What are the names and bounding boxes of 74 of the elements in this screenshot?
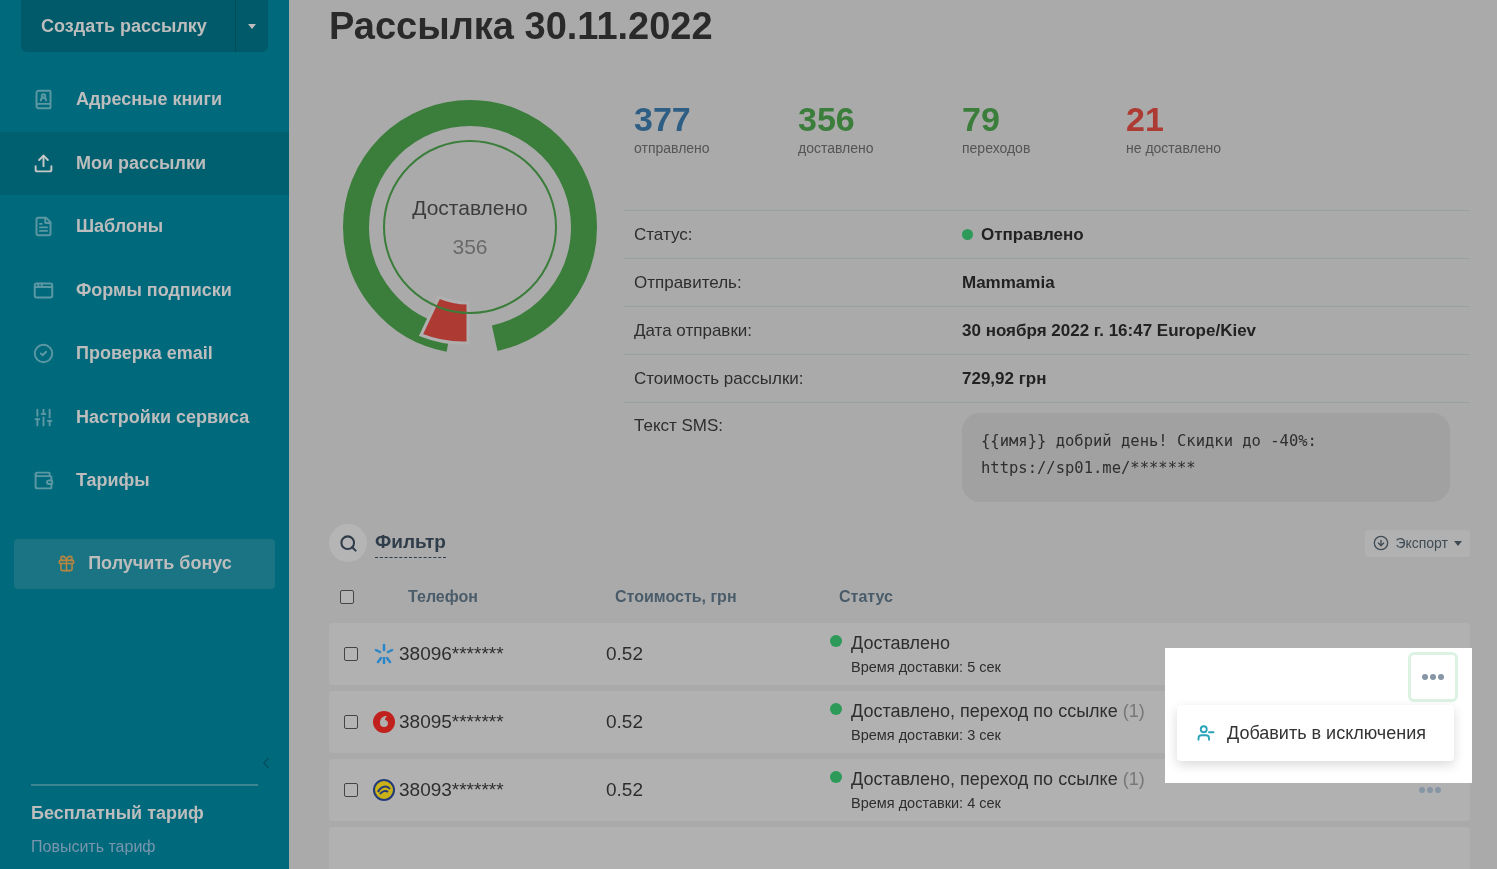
upload-icon <box>33 152 54 174</box>
detail-label: Текст SMS: <box>633 415 725 437</box>
nav-item[interactable]: Формы подписки <box>0 258 289 322</box>
detail-label: Дата отправки: <box>633 319 754 342</box>
book-icon <box>33 89 54 111</box>
nav-item[interactable]: Настройки сервиса <box>0 385 289 449</box>
filter-link[interactable]: Фильтр <box>375 528 446 558</box>
phone-cell-text: 38096******* <box>399 641 505 666</box>
nav-item[interactable]: Проверка email <box>0 322 289 386</box>
column-header: Стоимость, грн <box>615 587 738 607</box>
nav-item[interactable]: Шаблоны <box>0 195 289 259</box>
detail-value: 30 ноября 2022 г. 16:47 Europe/Kiev <box>962 319 1257 342</box>
column-header: Телефон <box>408 587 479 607</box>
phone-cell-text: 38093******* <box>399 777 505 802</box>
stat-label: отправлено <box>634 139 711 158</box>
cost-cell-text: 0.52 <box>606 709 644 734</box>
detail-value: Отправлено <box>981 223 1084 246</box>
swirl-icon <box>373 779 395 801</box>
nav-item[interactable]: Мои рассылки <box>0 131 289 195</box>
user-minus-icon <box>1197 724 1215 742</box>
upgrade-link[interactable]: Повысить тариф <box>31 835 258 859</box>
download-icon <box>1373 535 1390 551</box>
checkbox[interactable] <box>344 647 358 661</box>
delivery-time: Время доставки: 4 сек <box>851 793 1002 813</box>
click-count: (1) <box>1122 699 1145 723</box>
template-icon <box>33 216 54 238</box>
stat-label: доставлено <box>798 139 875 158</box>
asterisk-icon <box>373 643 395 665</box>
stat-value: 21 <box>1126 100 1165 138</box>
dots-icon <box>1419 787 1441 793</box>
stat-value: 356 <box>798 100 856 138</box>
detail-value: 729,92 грн <box>962 367 1047 390</box>
wallet-icon <box>33 470 54 492</box>
click-count: (1) <box>1122 767 1145 791</box>
nav-item[interactable]: Тарифы <box>0 449 289 513</box>
detail-label: Стоимость рассылки: <box>633 367 805 390</box>
status-text: Доставлено, переход по ссылке <box>851 699 1118 723</box>
plan-name: Бесплатный тариф <box>31 802 205 825</box>
stat-value: 377 <box>634 100 692 138</box>
detail-label: Отправитель: <box>633 271 743 294</box>
detail-value: Mammamia <box>962 271 1055 294</box>
gift-icon <box>57 554 77 573</box>
more-button[interactable] <box>1408 652 1458 702</box>
sms-bubble: {{имя}} добрий день! Скидки до -40%: https://sp01.me/******* <box>962 413 1450 502</box>
export-button[interactable]: Экспорт <box>1365 529 1470 557</box>
checkbox[interactable] <box>344 715 358 729</box>
drop-icon <box>373 711 395 733</box>
stat-label: переходов <box>962 139 1032 158</box>
search-button[interactable] <box>329 524 367 562</box>
sliders-icon <box>33 406 54 428</box>
donut-label: Доставлено <box>412 194 528 221</box>
cost-cell-text: 0.52 <box>606 641 644 666</box>
donut-value: 356 <box>452 234 488 260</box>
status-text: Доставлено, переход по ссылке <box>851 767 1118 791</box>
stat-label: не доставлено <box>1126 139 1222 158</box>
delivery-time: Время доставки: 3 сек <box>851 725 1002 745</box>
detail-label: Статус: <box>633 223 694 246</box>
nav-item[interactable]: Адресные книги <box>0 68 289 132</box>
delivery-time: Время доставки: 5 сек <box>851 657 1001 677</box>
cost-cell-text: 0.52 <box>606 777 644 802</box>
menu-item[interactable]: Добавить в исключения <box>1177 719 1454 747</box>
status-text: Доставлено <box>851 631 951 655</box>
checkbox[interactable] <box>344 783 358 797</box>
page-title: Рассылка 30.11.2022 <box>329 4 714 49</box>
search-icon <box>338 533 358 553</box>
dots-icon <box>1422 674 1444 680</box>
column-header: Статус <box>839 587 893 607</box>
caret-icon <box>1454 540 1462 546</box>
phone-cell-text: 38095******* <box>399 709 505 734</box>
checkbox[interactable] <box>340 590 354 604</box>
caret-icon <box>248 23 256 29</box>
stat-value: 79 <box>962 100 1001 138</box>
bonus-button[interactable]: Получить бонус <box>14 538 275 589</box>
check-icon <box>33 343 54 365</box>
